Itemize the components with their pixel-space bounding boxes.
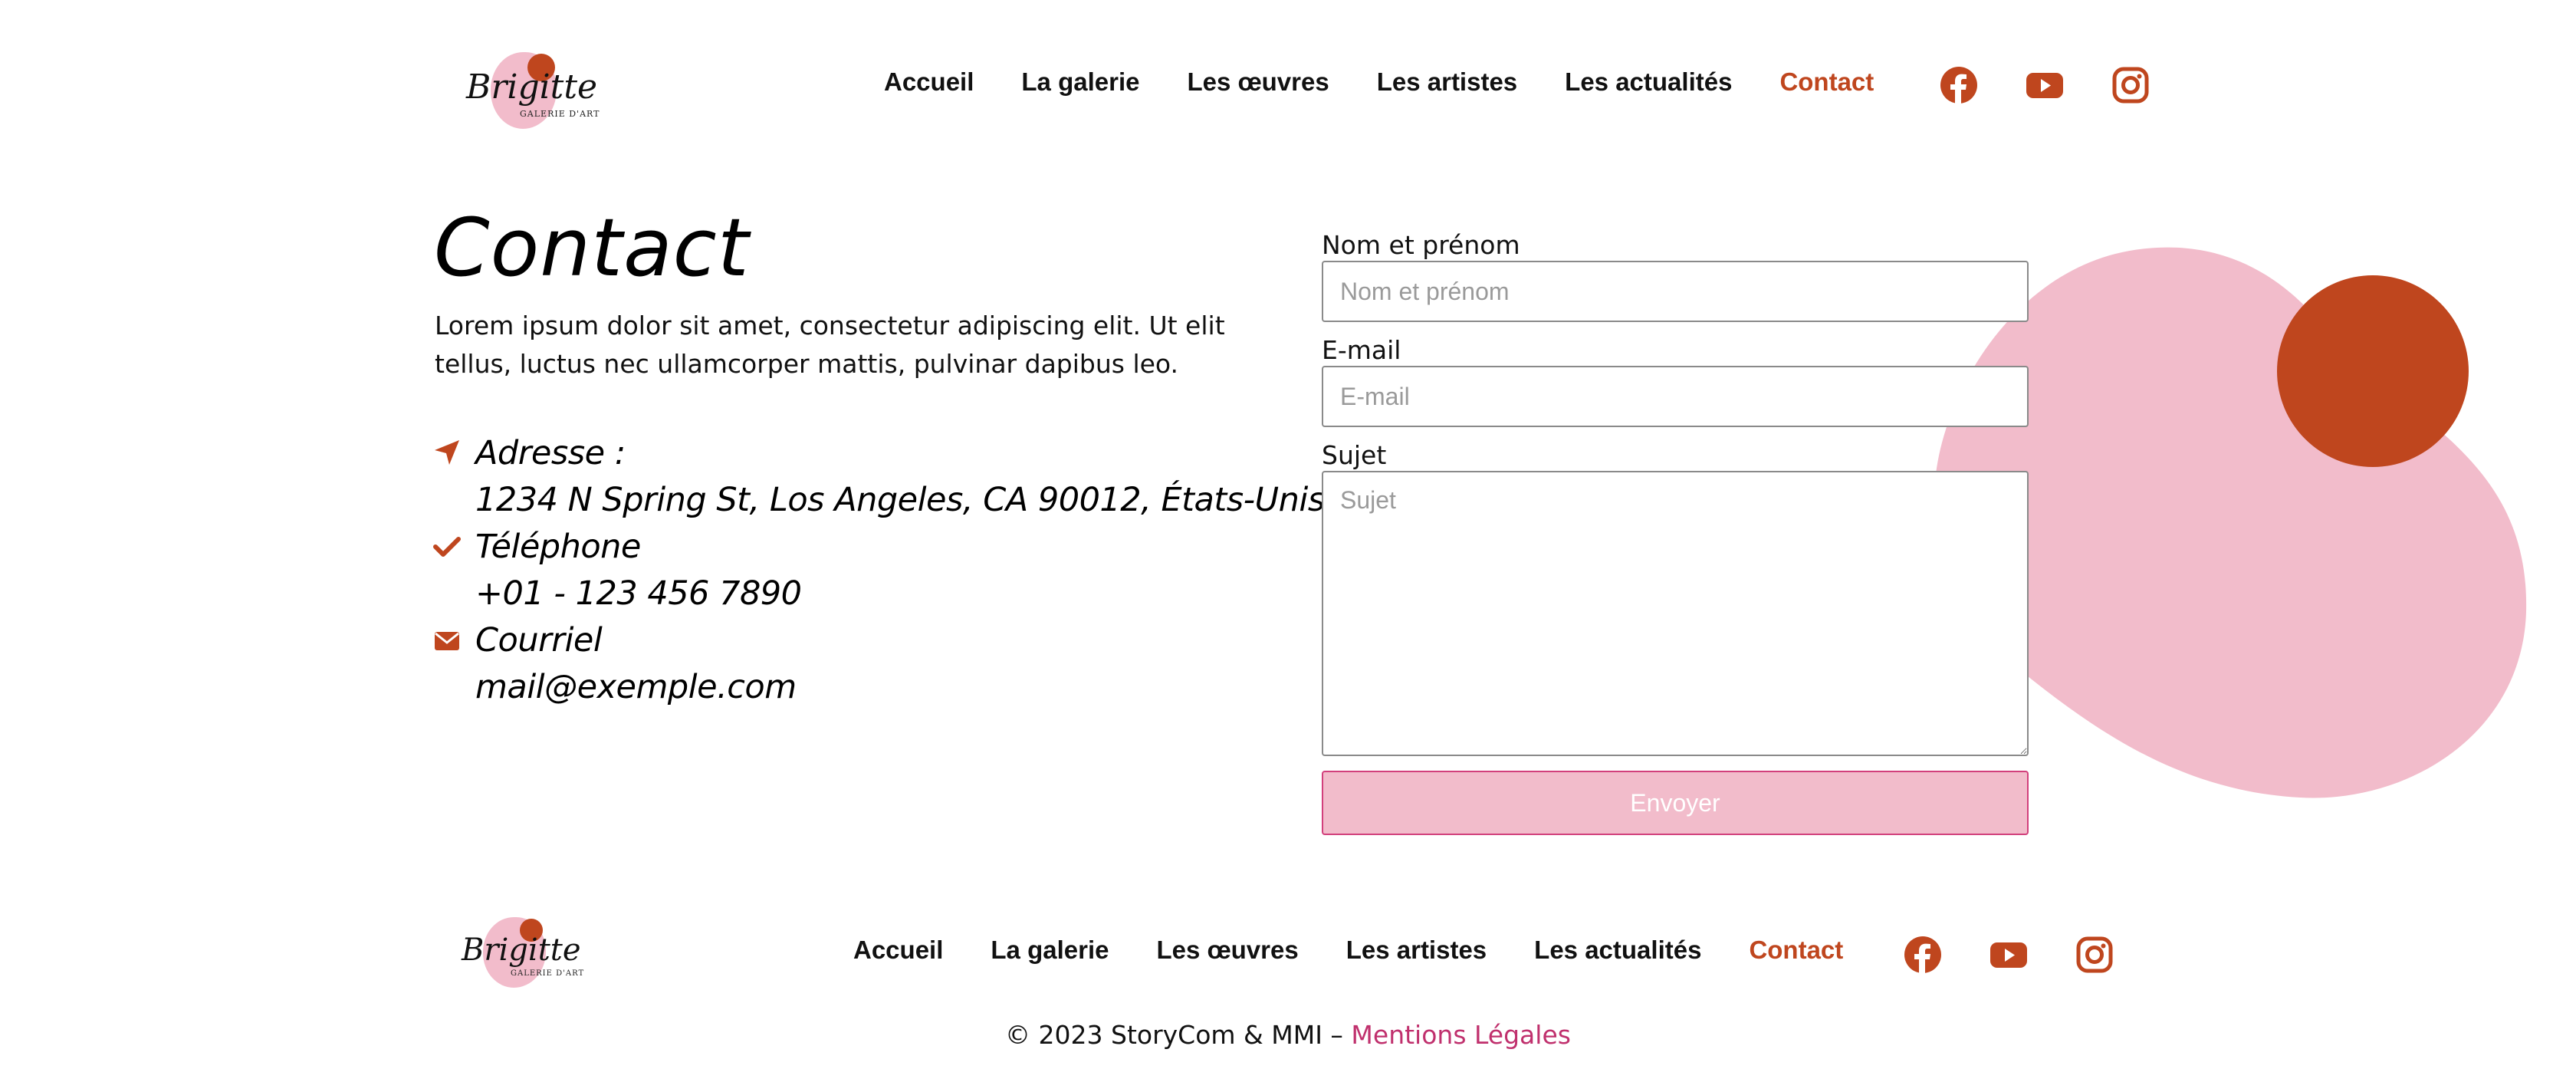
footer-nav-item-accueil[interactable]: Accueil <box>853 936 943 965</box>
footer-nav-item-oeuvres[interactable]: Les œuvres <box>1156 936 1298 965</box>
nav-item-contact[interactable]: Contact <box>1779 67 1874 97</box>
footer-nav-item-actualites[interactable]: Les actualités <box>1534 936 1701 965</box>
red-circle-shape <box>2277 275 2469 467</box>
footer-instagram-link[interactable] <box>2075 936 2114 974</box>
logo-tagline: GALERIE D'ART <box>520 109 600 119</box>
header-logo[interactable]: Brigitte GALERIE D'ART <box>460 48 600 130</box>
header-social-links <box>1940 66 2150 104</box>
address-value: 1234 N Spring St, Los Angeles, CA 90012,… <box>475 481 1325 519</box>
copyright-text: © 2023 StoryCom & MMI – <box>1005 1020 1352 1050</box>
envelope-icon <box>435 632 459 650</box>
footer-social-links <box>1904 936 2114 974</box>
nav-item-accueil[interactable]: Accueil <box>884 67 974 97</box>
instagram-link[interactable] <box>2111 66 2150 104</box>
logo-wordmark: Brigitte <box>466 67 598 107</box>
facebook-icon <box>1940 67 1977 104</box>
submit-button[interactable]: Envoyer <box>1322 771 2029 835</box>
facebook-icon <box>1904 936 1941 974</box>
intro-text: Lorem ipsum dolor sit amet, consectetur … <box>435 311 1225 379</box>
email-value: mail@exemple.com <box>475 668 797 706</box>
name-label: Nom et prénom <box>1322 230 1520 260</box>
footer-facebook-link[interactable] <box>1904 936 1942 974</box>
footer-nav-item-galerie[interactable]: La galerie <box>991 936 1109 965</box>
email-field-label: E-mail <box>1322 335 1401 365</box>
copyright-line: © 2023 StoryCom & MMI – Mentions Légales <box>0 1020 2576 1050</box>
phone-value: +01 - 123 456 7890 <box>475 574 802 613</box>
footer-youtube-link[interactable] <box>1990 936 2028 974</box>
legal-notice-link[interactable]: Mentions Légales <box>1351 1020 1571 1050</box>
nav-item-galerie[interactable]: La galerie <box>1021 67 1139 97</box>
email-input[interactable] <box>1322 366 2029 427</box>
youtube-icon <box>1990 942 2027 968</box>
subject-label: Sujet <box>1322 440 1387 470</box>
footer-logo-wordmark: Brigitte <box>462 932 581 968</box>
page-title: Contact <box>434 201 750 294</box>
instagram-icon <box>2076 936 2113 973</box>
footer-nav-item-artistes[interactable]: Les artistes <box>1346 936 1487 965</box>
footer-logo-tagline: GALERIE D'ART <box>511 969 585 978</box>
location-arrow-icon <box>435 440 459 465</box>
address-label: Adresse : <box>475 434 626 472</box>
nav-item-artistes[interactable]: Les artistes <box>1377 67 1517 97</box>
instagram-icon <box>2112 67 2149 104</box>
youtube-link[interactable] <box>2026 66 2064 104</box>
check-icon <box>433 537 461 557</box>
phone-label: Téléphone <box>475 528 641 566</box>
footer-nav-item-contact[interactable]: Contact <box>1749 936 1843 965</box>
footer-nav: Accueil La galerie Les œuvres Les artist… <box>853 936 1843 965</box>
main-nav: Accueil La galerie Les œuvres Les artist… <box>884 67 1874 97</box>
facebook-link[interactable] <box>1940 66 1978 104</box>
footer-logo[interactable]: Brigitte GALERIE D'ART <box>457 914 587 991</box>
email-label: Courriel <box>475 621 603 659</box>
nav-item-oeuvres[interactable]: Les œuvres <box>1187 67 1329 97</box>
youtube-icon <box>2026 73 2063 98</box>
subject-textarea[interactable] <box>1322 471 2029 756</box>
name-input[interactable] <box>1322 261 2029 322</box>
nav-item-actualites[interactable]: Les actualités <box>1565 67 1732 97</box>
